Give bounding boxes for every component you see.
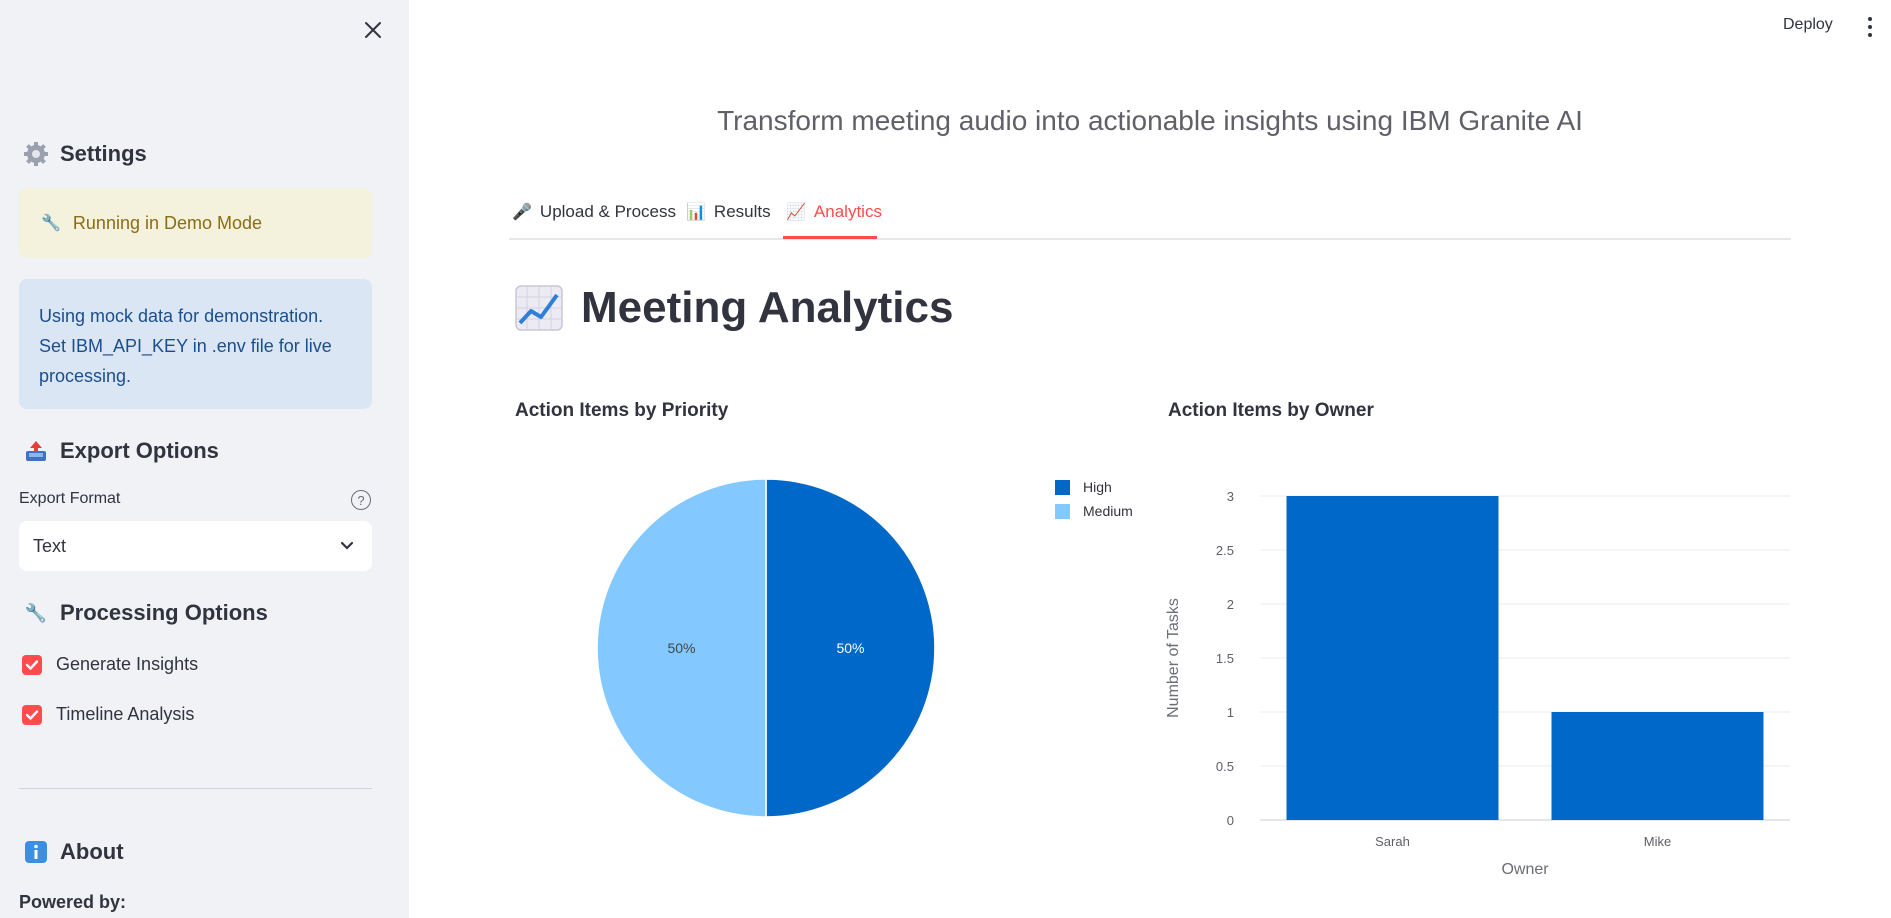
menu-dot: [1868, 33, 1872, 37]
legend-label: High: [1083, 479, 1112, 495]
sidebar: Settings 🔧 Running in Demo Mode Using mo…: [0, 0, 409, 918]
chevron-down-icon: [340, 541, 354, 550]
about-title: About: [60, 839, 124, 864]
export-format-select[interactable]: Text: [19, 521, 372, 571]
y-tick-label: 0.5: [1216, 759, 1234, 774]
checkbox-label: Generate Insights: [56, 654, 199, 674]
settings-title: Settings: [60, 141, 147, 166]
bar-chart-icon: 📊: [686, 204, 706, 221]
microphone-icon: 🎤: [512, 204, 532, 221]
y-tick-label: 0: [1227, 813, 1234, 828]
outbox-tray-icon: [22, 437, 50, 465]
export-options-title: Export Options: [60, 438, 219, 463]
demo-info-text: Using mock data for demonstration. Set I…: [39, 306, 332, 386]
pie-value-label: 50%: [836, 640, 864, 656]
generate-insights-checkbox[interactable]: Generate Insights: [22, 654, 198, 675]
x-axis-label: Owner: [1501, 861, 1549, 878]
tab-label: Results: [713, 202, 771, 221]
owner-bar-chart[interactable]: 0 0.5 1 1.5 2 2.5 3 Sarah Mike Owner Number of Tas…: [1160, 470, 1800, 890]
about-header: About: [22, 838, 124, 866]
y-tick-label: 2: [1227, 597, 1234, 612]
owner-chart-title: Action Items by Owner: [1168, 400, 1374, 421]
sidebar-divider: [19, 788, 372, 789]
y-tick-label: 2.5: [1216, 543, 1234, 558]
bar-mike: [1551, 712, 1764, 820]
y-tick-label: 1: [1227, 705, 1234, 720]
y-axis-label: Number of Tasks: [1165, 598, 1182, 718]
demo-mode-warning: 🔧 Running in Demo Mode: [19, 188, 372, 258]
menu-dot: [1868, 17, 1872, 21]
page-title: Meeting Analytics: [515, 283, 953, 333]
legend-label: Medium: [1083, 503, 1133, 519]
tab-results[interactable]: 📊 Results: [686, 202, 771, 242]
x-tick-label: Sarah: [1375, 834, 1410, 849]
y-tick-label: 3: [1227, 489, 1234, 504]
wrench-icon: 🔧: [24, 602, 48, 623]
tab-bar: 🎤 Upload & Process 📊 Results 📈 Analytics: [509, 196, 1791, 240]
export-format-value: Text: [33, 535, 67, 556]
timeline-analysis-checkbox[interactable]: Timeline Analysis: [22, 704, 194, 725]
processing-options-title: Processing Options: [60, 600, 268, 625]
main-menu-button[interactable]: [1865, 17, 1875, 37]
gear-icon: [22, 140, 50, 168]
menu-dot: [1868, 25, 1872, 29]
check-icon: [25, 659, 39, 670]
export-format-label: Export Format: [19, 490, 121, 507]
legend-swatch: [1055, 480, 1070, 495]
app-root: Settings 🔧 Running in Demo Mode Using mo…: [0, 0, 1891, 918]
deploy-button[interactable]: Deploy: [1783, 16, 1833, 34]
bar-sarah: [1286, 496, 1499, 820]
tab-label: Upload & Process: [539, 202, 676, 221]
app-subtitle: Transform meeting audio into actionable …: [717, 105, 1583, 136]
demo-info-box: Using mock data for demonstration. Set I…: [19, 279, 372, 409]
checkbox-checked[interactable]: [22, 704, 42, 725]
tab-label: Analytics: [813, 202, 882, 221]
legend-swatch: [1055, 504, 1070, 519]
y-tick-label: 1.5: [1216, 651, 1234, 666]
checkbox-checked[interactable]: [22, 654, 42, 675]
close-sidebar-button[interactable]: [359, 16, 387, 44]
wrench-icon: 🔧: [41, 215, 61, 232]
processing-options-header: 🔧 Processing Options: [22, 599, 268, 627]
info-icon: [22, 838, 50, 866]
close-icon: [365, 22, 381, 38]
help-icon[interactable]: ?: [351, 490, 371, 510]
active-tab-indicator: [783, 236, 877, 239]
trend-chart-icon: [515, 285, 563, 331]
demo-warning-text: Running in Demo Mode: [72, 212, 263, 233]
checkbox-label: Timeline Analysis: [56, 704, 195, 724]
check-icon: [25, 709, 39, 720]
tab-upload-process[interactable]: 🎤 Upload & Process: [512, 202, 676, 242]
settings-header: Settings: [22, 140, 147, 168]
trend-chart-icon: 📈: [786, 204, 806, 221]
priority-pie-chart[interactable]: 50% 50% High Medium: [515, 440, 1155, 840]
x-tick-label: Mike: [1644, 834, 1671, 849]
powered-by-label: Powered by:: [19, 892, 127, 912]
page-title-text: Meeting Analytics: [581, 283, 954, 332]
pie-value-label: 50%: [667, 640, 695, 656]
priority-chart-title: Action Items by Priority: [515, 400, 729, 421]
export-options-header: Export Options: [22, 437, 219, 465]
